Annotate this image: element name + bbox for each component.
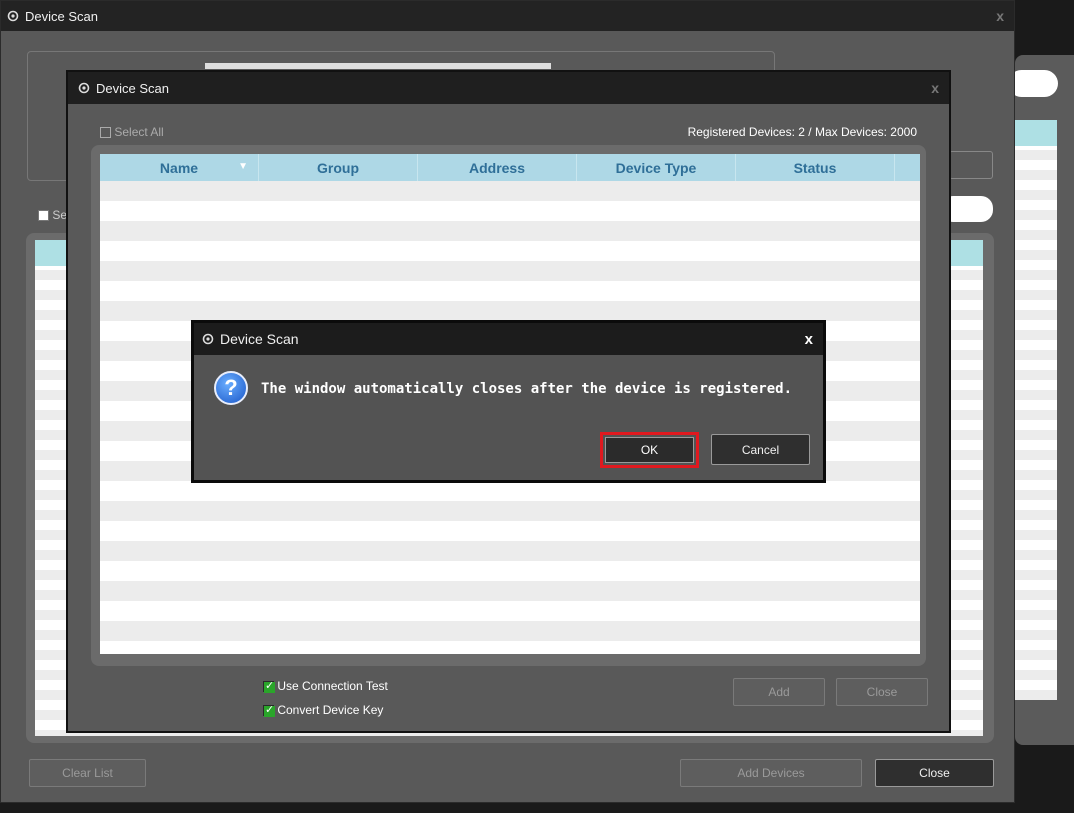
scan-close-button[interactable]: Close [836,678,928,706]
background-list [1015,120,1057,700]
main-title-bar: Device Scan x [1,1,1014,31]
column-header-device-type[interactable]: Device Type [577,154,736,181]
gear-icon [7,10,19,22]
dialog-message: The window automatically closes after th… [261,381,793,397]
background-search-pill [1008,70,1058,97]
column-header-status[interactable]: Status [736,154,895,181]
column-header-name[interactable]: Name ▼ [100,154,259,181]
column-header-address[interactable]: Address [418,154,577,181]
main-close-button[interactable]: Close [875,759,994,787]
main-close-icon[interactable]: x [996,8,1004,24]
main-select-all[interactable]: Se [38,208,67,222]
dialog-title-bar: Device Scan x [194,323,823,355]
add-devices-button[interactable]: Add Devices [680,759,862,787]
gear-icon [202,333,214,345]
ok-button[interactable]: OK [605,437,694,463]
scan-table-header: Name ▼ Group Address Device Type Status [100,154,920,181]
scan-close-icon[interactable]: x [931,80,939,96]
triangle-down-icon: ▼ [238,161,248,172]
dialog-close-icon[interactable]: x [805,331,813,348]
add-button[interactable]: Add [733,678,825,706]
use-connection-test-checkbox[interactable] [263,679,275,694]
question-icon: ? [214,371,248,405]
main-select-all-checkbox[interactable] [38,210,49,222]
scan-select-all[interactable]: Select All [100,125,164,139]
clear-list-button[interactable]: Clear List [29,759,146,787]
ok-button-highlight[interactable]: OK [600,432,699,468]
main-progress-strip [205,63,551,69]
registered-devices-info: Registered Devices: 2 / Max Devices: 200… [687,125,917,139]
background-list-header [1015,120,1057,146]
gear-icon [78,82,90,94]
convert-device-key-checkbox[interactable] [263,703,275,718]
column-header-group[interactable]: Group [259,154,418,181]
main-side-button[interactable] [949,151,993,179]
convert-device-key-option[interactable]: Convert Device Key [263,703,383,718]
cancel-button[interactable]: Cancel [711,434,810,465]
scan-title-bar: Device Scan x [68,72,949,104]
use-connection-test-option[interactable]: Use Connection Test [263,679,388,694]
confirm-dialog: Device Scan x ? The window automatically… [191,320,826,483]
main-window-title: Device Scan [25,8,98,24]
dialog-title: Device Scan [220,331,299,347]
scan-window-title: Device Scan [96,80,169,96]
scan-select-all-checkbox[interactable] [100,127,111,139]
